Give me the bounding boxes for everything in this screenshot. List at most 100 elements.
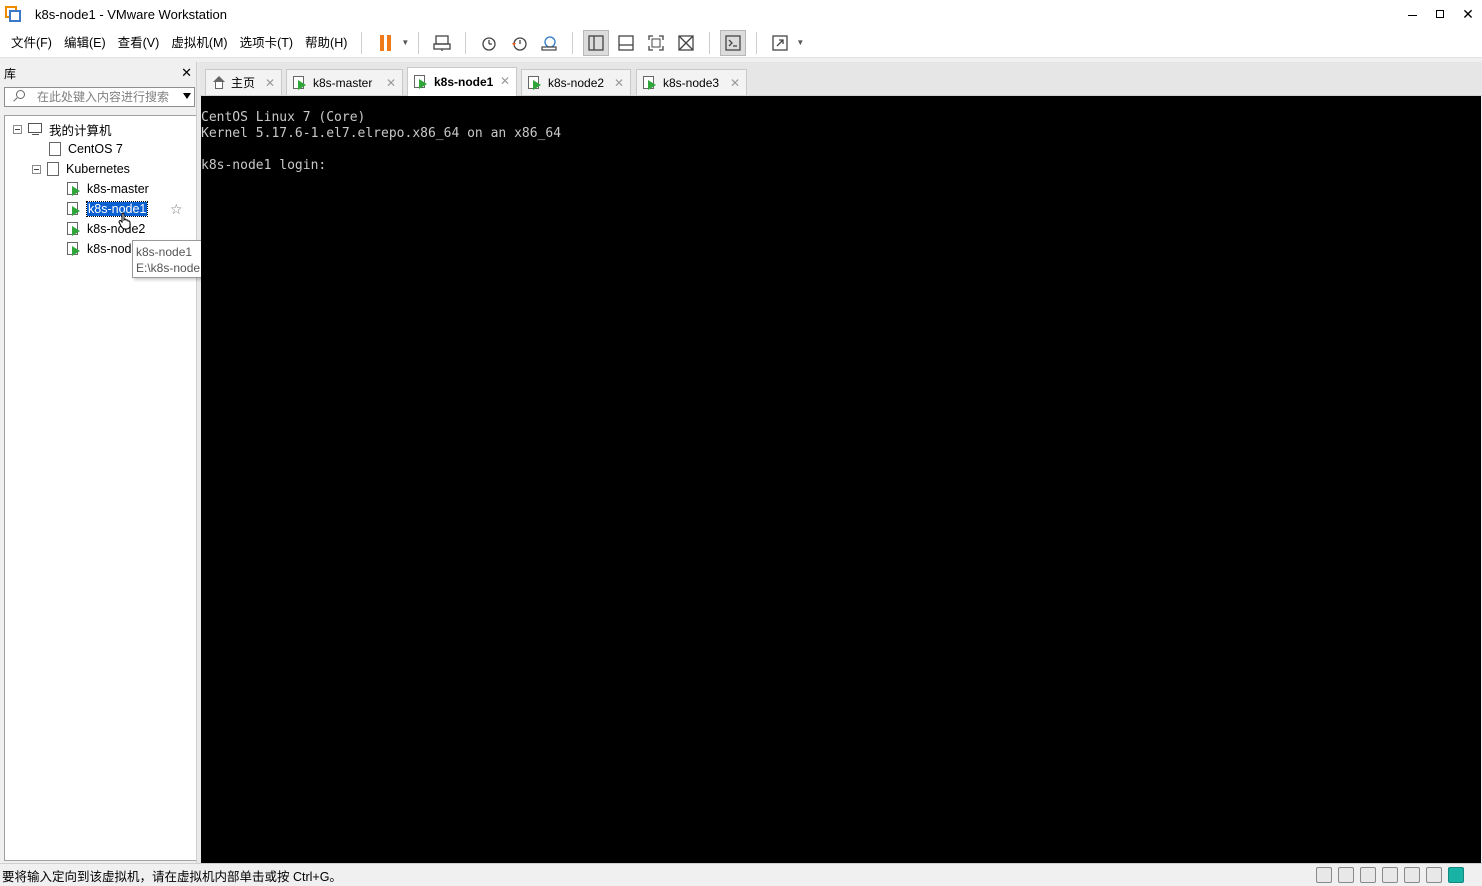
status-message: 要将输入定向到该虚拟机，请在虚拟机内部单击或按 Ctrl+G。 (2, 869, 342, 884)
console-view-button[interactable] (720, 29, 747, 56)
vm-running-icon (67, 202, 81, 216)
vm-off-icon (49, 142, 61, 156)
network-adapter-icon[interactable] (1360, 867, 1376, 883)
tree-item-my-computer[interactable]: 我的计算机 (13, 120, 112, 138)
toolbar-separator (418, 31, 420, 54)
library-search (4, 87, 195, 107)
tab-label: k8s-node3 (663, 75, 720, 90)
vmware-logo-icon (5, 6, 21, 22)
tab-label: k8s-master (313, 75, 373, 90)
search-icon (11, 88, 29, 106)
toolbar-separator (465, 31, 467, 54)
display-icon[interactable] (1426, 867, 1442, 883)
stretch-button[interactable] (767, 30, 793, 56)
console-login-prompt: k8s-node1 login: (201, 158, 327, 173)
tab-label: k8s-node2 (548, 75, 605, 90)
collapse-icon[interactable] (13, 124, 22, 134)
favorite-star-icon[interactable]: ☆ (170, 201, 183, 218)
computer-icon (28, 123, 44, 135)
tab-k8s-node1[interactable]: k8s-node1 ✕ (407, 67, 517, 96)
menu-file[interactable]: 文件(F) (5, 28, 58, 58)
pause-icon (379, 34, 391, 51)
menu-help[interactable]: 帮助(H) (299, 28, 353, 58)
tab-close-button[interactable]: ✕ (500, 74, 510, 88)
tab-k8s-master[interactable]: k8s-master ✕ (286, 69, 403, 95)
fullscreen-icon (648, 34, 665, 51)
send-ctrl-alt-del-icon (433, 34, 452, 51)
minimize-button[interactable] (1398, 0, 1426, 28)
message-log-icon[interactable] (1448, 867, 1464, 883)
power-dropdown-button[interactable]: ▼ (400, 30, 410, 56)
search-dropdown-button[interactable] (183, 93, 191, 99)
close-icon: ✕ (1462, 5, 1474, 22)
tree-item-kubernetes[interactable]: Kubernetes (32, 160, 130, 178)
cd-rom-icon[interactable] (1338, 867, 1354, 883)
window-title: k8s-node1 - VMware Workstation (35, 6, 227, 22)
tab-close-button[interactable]: ✕ (386, 76, 396, 90)
tab-close-button[interactable]: ✕ (265, 76, 275, 90)
tab-close-button[interactable]: ✕ (730, 76, 740, 90)
tab-bar: 主页 ✕ k8s-master ✕ k8s-node1 ✕ k8s-node2 … (200, 62, 1482, 96)
menu-view[interactable]: 查看(V) (112, 28, 166, 58)
vm-running-icon (528, 75, 542, 90)
revert-snapshot-button[interactable] (506, 30, 532, 56)
tab-home[interactable]: 主页 ✕ (205, 69, 282, 95)
stretch-icon (772, 34, 789, 51)
thumbnail-bar-button[interactable] (613, 30, 639, 56)
revert-snapshot-icon (512, 36, 528, 51)
menu-edit[interactable]: 编辑(E) (58, 28, 112, 58)
console-icon (725, 34, 742, 51)
search-input[interactable] (37, 90, 177, 104)
close-icon: ✕ (181, 65, 192, 80)
vm-console[interactable]: CentOS Linux 7 (Core) Kernel 5.17.6-1.el… (201, 96, 1481, 863)
snapshot-manager-icon (541, 35, 557, 51)
sound-card-icon[interactable] (1404, 867, 1420, 883)
vm-running-icon (293, 75, 307, 90)
pause-button[interactable] (372, 30, 398, 56)
toolbar-separator (361, 31, 363, 54)
library-title: 库 (4, 66, 17, 81)
console-line: Kernel 5.17.6-1.el7.elrepo.x86_64 on an … (201, 126, 562, 141)
library-close-button[interactable]: ✕ (181, 65, 192, 81)
library-view-icon (588, 34, 605, 51)
snapshot-manager-button[interactable] (536, 30, 562, 56)
vm-running-icon (414, 75, 428, 89)
status-bar: 要将输入定向到该虚拟机，请在虚拟机内部单击或按 Ctrl+G。 (0, 863, 1482, 886)
window-controls: ✕ (1398, 0, 1482, 28)
maximize-button[interactable] (1426, 0, 1454, 28)
fullscreen-button[interactable] (643, 30, 669, 56)
vm-running-icon (67, 242, 81, 256)
tree-item-k8s-master[interactable]: k8s-master (67, 180, 149, 198)
library-panel: 库 ✕ 我的计算机 CentOS 7 Kubernetes k8s-master… (0, 62, 198, 862)
tree-item-k8s-node2[interactable]: k8s-node2 (67, 220, 145, 238)
console-line: CentOS Linux 7 (Core) (201, 110, 366, 125)
minimize-icon (1407, 14, 1417, 16)
hand-cursor-icon (118, 212, 131, 230)
collapse-icon[interactable] (32, 164, 41, 174)
tree-item-label: k8s-node2 (87, 222, 146, 236)
menu-tabs[interactable]: 选项卡(T) (234, 28, 299, 58)
title-bar: k8s-node1 - VMware Workstation ✕ (0, 0, 1482, 28)
close-button[interactable]: ✕ (1454, 0, 1482, 28)
snapshot-icon (482, 36, 497, 51)
tab-k8s-node3[interactable]: k8s-node3 ✕ (636, 69, 747, 95)
send-ctrl-alt-del-button[interactable] (429, 30, 455, 56)
tab-label: k8s-node1 (434, 75, 494, 89)
tab-k8s-node2[interactable]: k8s-node2 ✕ (521, 69, 631, 95)
library-view-button[interactable] (583, 29, 610, 56)
unity-button[interactable] (673, 30, 699, 56)
tab-close-button[interactable]: ✕ (614, 76, 624, 90)
chevron-down-icon: ▼ (401, 38, 410, 47)
toolbar-separator (709, 31, 711, 54)
tree-item-k8s-node1[interactable]: k8s-node1 (67, 200, 149, 218)
snapshot-button[interactable] (476, 30, 502, 56)
chevron-down-icon: ▼ (796, 38, 805, 47)
stretch-dropdown-button[interactable]: ▼ (795, 30, 805, 56)
tree-item-label: k8s-master (87, 182, 149, 196)
menu-vm[interactable]: 虚拟机(M) (165, 28, 233, 58)
tree-item-label: Kubernetes (66, 162, 130, 176)
tree-item-centos7[interactable]: CentOS 7 (49, 140, 123, 158)
printer-icon[interactable] (1382, 867, 1398, 883)
hard-disk-icon[interactable] (1316, 867, 1332, 883)
